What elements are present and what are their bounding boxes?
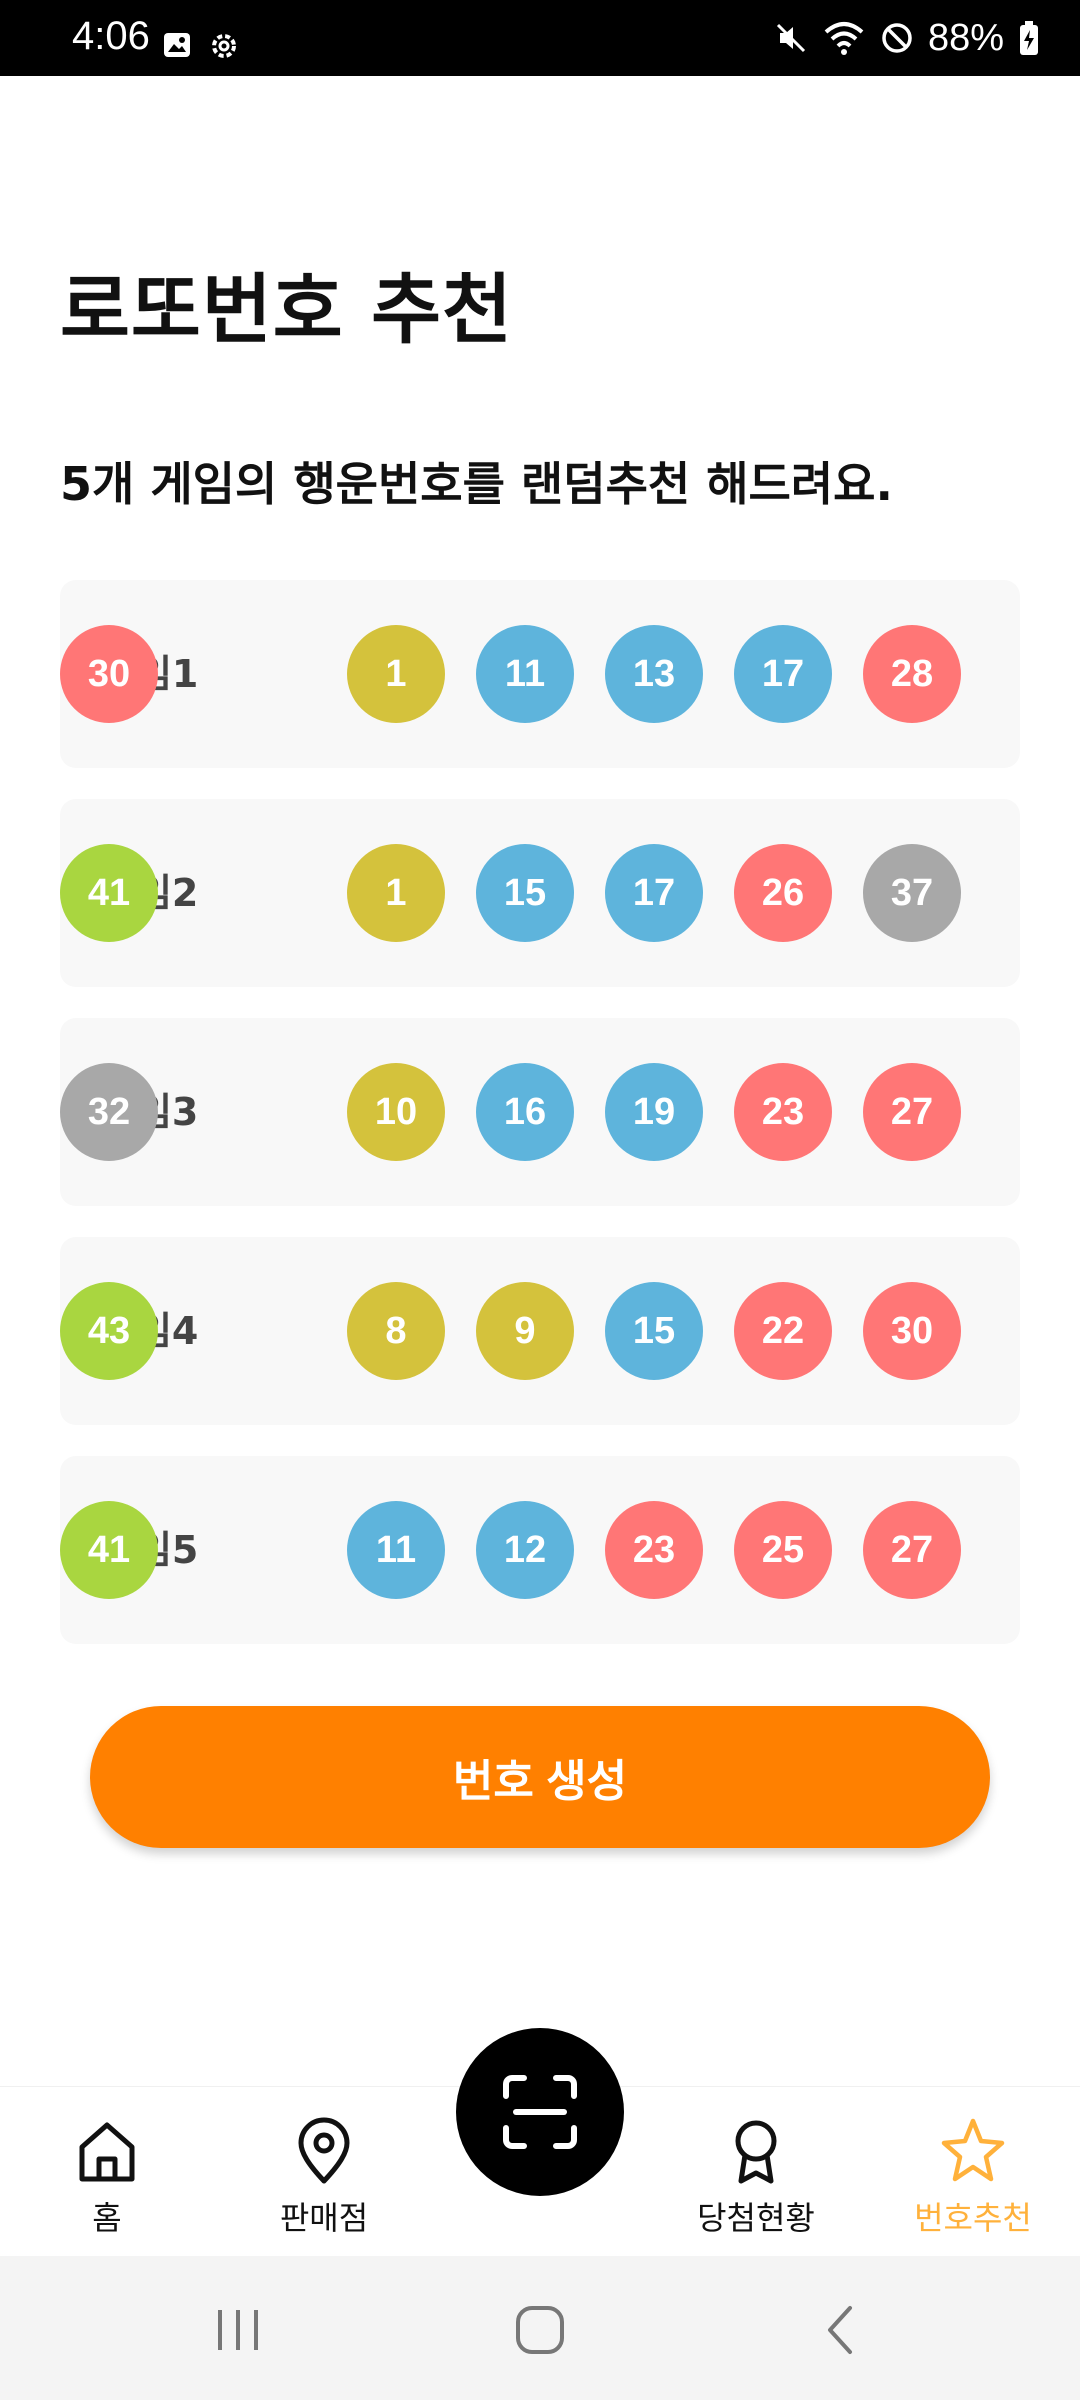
lotto-ball: 26 [734,844,832,942]
lotto-ball: 43 [60,1282,158,1380]
battery-charging-icon [1020,21,1038,55]
status-time: 4:06 [72,14,150,58]
lotto-ball: 28 [863,625,961,723]
lotto-ball: 1 [347,844,445,942]
lotto-ball: 30 [60,625,158,723]
lotto-ball: 16 [476,1063,574,1161]
status-bar: 4:06 88% [0,0,1080,76]
generate-numbers-button[interactable]: 번호 생성 [90,1706,990,1848]
recent-apps-icon[interactable] [208,2300,268,2360]
game-row: 게임5 11 12 23 25 27 41 [60,1456,1020,1644]
nav-label: 판매점 [279,2199,369,2237]
lotto-ball: 23 [734,1063,832,1161]
lotto-ball: 17 [734,625,832,723]
lotto-ball: 37 [863,844,961,942]
nav-item-stores[interactable]: 판매점 [234,2115,414,2245]
home-icon [79,2122,135,2182]
game-row: 게임2 1 15 17 26 37 41 [60,799,1020,987]
system-nav-bar [0,2256,1080,2400]
lotto-ball: 27 [863,1063,961,1161]
lotto-ball: 32 [60,1063,158,1161]
wifi-icon [824,22,864,55]
page-title: 로또번호 추천 [60,265,513,354]
lotto-ball: 13 [605,625,703,723]
screen: 4:06 88% 로또번호 추천 5개 게임의 행운번호를 랜덤추천 해드려요.… [0,0,1080,2400]
lotto-ball: 15 [605,1282,703,1380]
lotto-ball: 27 [863,1501,961,1599]
lotto-ball: 12 [476,1501,574,1599]
lotto-ball: 11 [347,1501,445,1599]
home-circle-icon[interactable] [510,2300,570,2360]
back-icon[interactable] [812,2300,872,2360]
lotto-ball: 41 [60,1501,158,1599]
lotto-ball: 22 [734,1282,832,1380]
gear-icon [212,34,236,58]
nav-item-home[interactable]: 홈 [17,2115,197,2245]
game-row: 게임3 10 16 19 23 27 32 [60,1018,1020,1206]
page-subtitle: 5개 게임의 행운번호를 랜덤추천 해드려요. [60,457,893,511]
nav-label: 홈 [92,2199,122,2237]
lotto-ball: 9 [476,1282,574,1380]
nav-label: 당첨현황 [697,2199,815,2237]
battery-percent: 88% [927,16,1004,59]
lotto-ball: 1 [347,625,445,723]
nav-label: 번호추천 [914,2199,1032,2237]
nav-item-number-recommend[interactable]: 번호추천 [883,2115,1063,2245]
nav-item-winning-status[interactable]: 당첨현황 [666,2115,846,2245]
image-icon [164,33,190,57]
scan-icon [503,2075,577,2149]
lotto-ball: 8 [347,1282,445,1380]
lotto-ball: 25 [734,1501,832,1599]
lotto-ball: 23 [605,1501,703,1599]
lotto-ball: 15 [476,844,574,942]
mute-icon [776,23,805,53]
award-icon [735,2120,777,2184]
lotto-ball: 10 [347,1063,445,1161]
lotto-ball: 41 [60,844,158,942]
block-icon [882,23,912,53]
star-icon [941,2118,1005,2182]
lotto-ball: 11 [476,625,574,723]
lotto-ball: 17 [605,844,703,942]
game-row: 게임1 1 11 13 17 28 30 [60,580,1020,768]
scan-button[interactable] [456,2028,624,2196]
location-pin-icon [298,2117,350,2184]
lotto-ball: 19 [605,1063,703,1161]
game-row: 게임4 8 9 15 22 30 43 [60,1237,1020,1425]
lotto-ball: 30 [863,1282,961,1380]
